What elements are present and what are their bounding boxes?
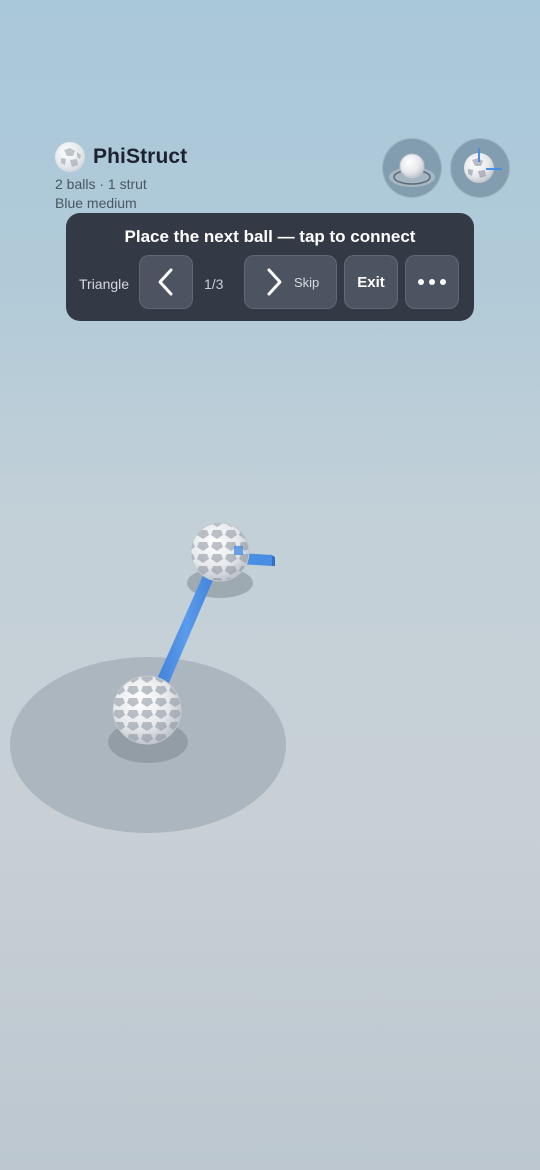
previous-step-button[interactable] xyxy=(139,255,193,309)
ellipsis-icon xyxy=(418,279,446,285)
ball-with-axis-icon xyxy=(464,148,502,183)
ball-node-bottom[interactable] xyxy=(112,675,182,745)
guide-panel: Place the next ball — tap to connect Tri… xyxy=(66,213,474,321)
chevron-left-icon xyxy=(158,268,173,296)
model-stats: 2 balls · 1 strut xyxy=(55,176,147,192)
material-label: Blue medium xyxy=(55,195,137,211)
app-title: PhiStruct xyxy=(93,145,188,168)
ball-node-top[interactable] xyxy=(190,522,250,582)
exit-button[interactable]: Exit xyxy=(344,255,398,309)
sphere-on-plate-icon xyxy=(389,153,435,187)
step-counter: 1/3 xyxy=(204,276,224,292)
app-logo-icon xyxy=(55,142,85,172)
view-mode-button[interactable] xyxy=(450,138,510,198)
skip-label: Skip xyxy=(294,274,320,290)
app-header: PhiStruct 2 balls · 1 strut Blue medium xyxy=(55,142,315,213)
app-title-row: PhiStruct xyxy=(55,142,315,172)
instruction-text: Place the next ball — tap to connect xyxy=(124,227,416,246)
next-step-button[interactable]: Skip xyxy=(244,255,337,309)
ball-mode-button[interactable] xyxy=(382,138,442,198)
chevron-right-icon xyxy=(267,268,282,296)
more-options-button[interactable] xyxy=(405,255,459,309)
pattern-label: Triangle xyxy=(79,276,130,292)
